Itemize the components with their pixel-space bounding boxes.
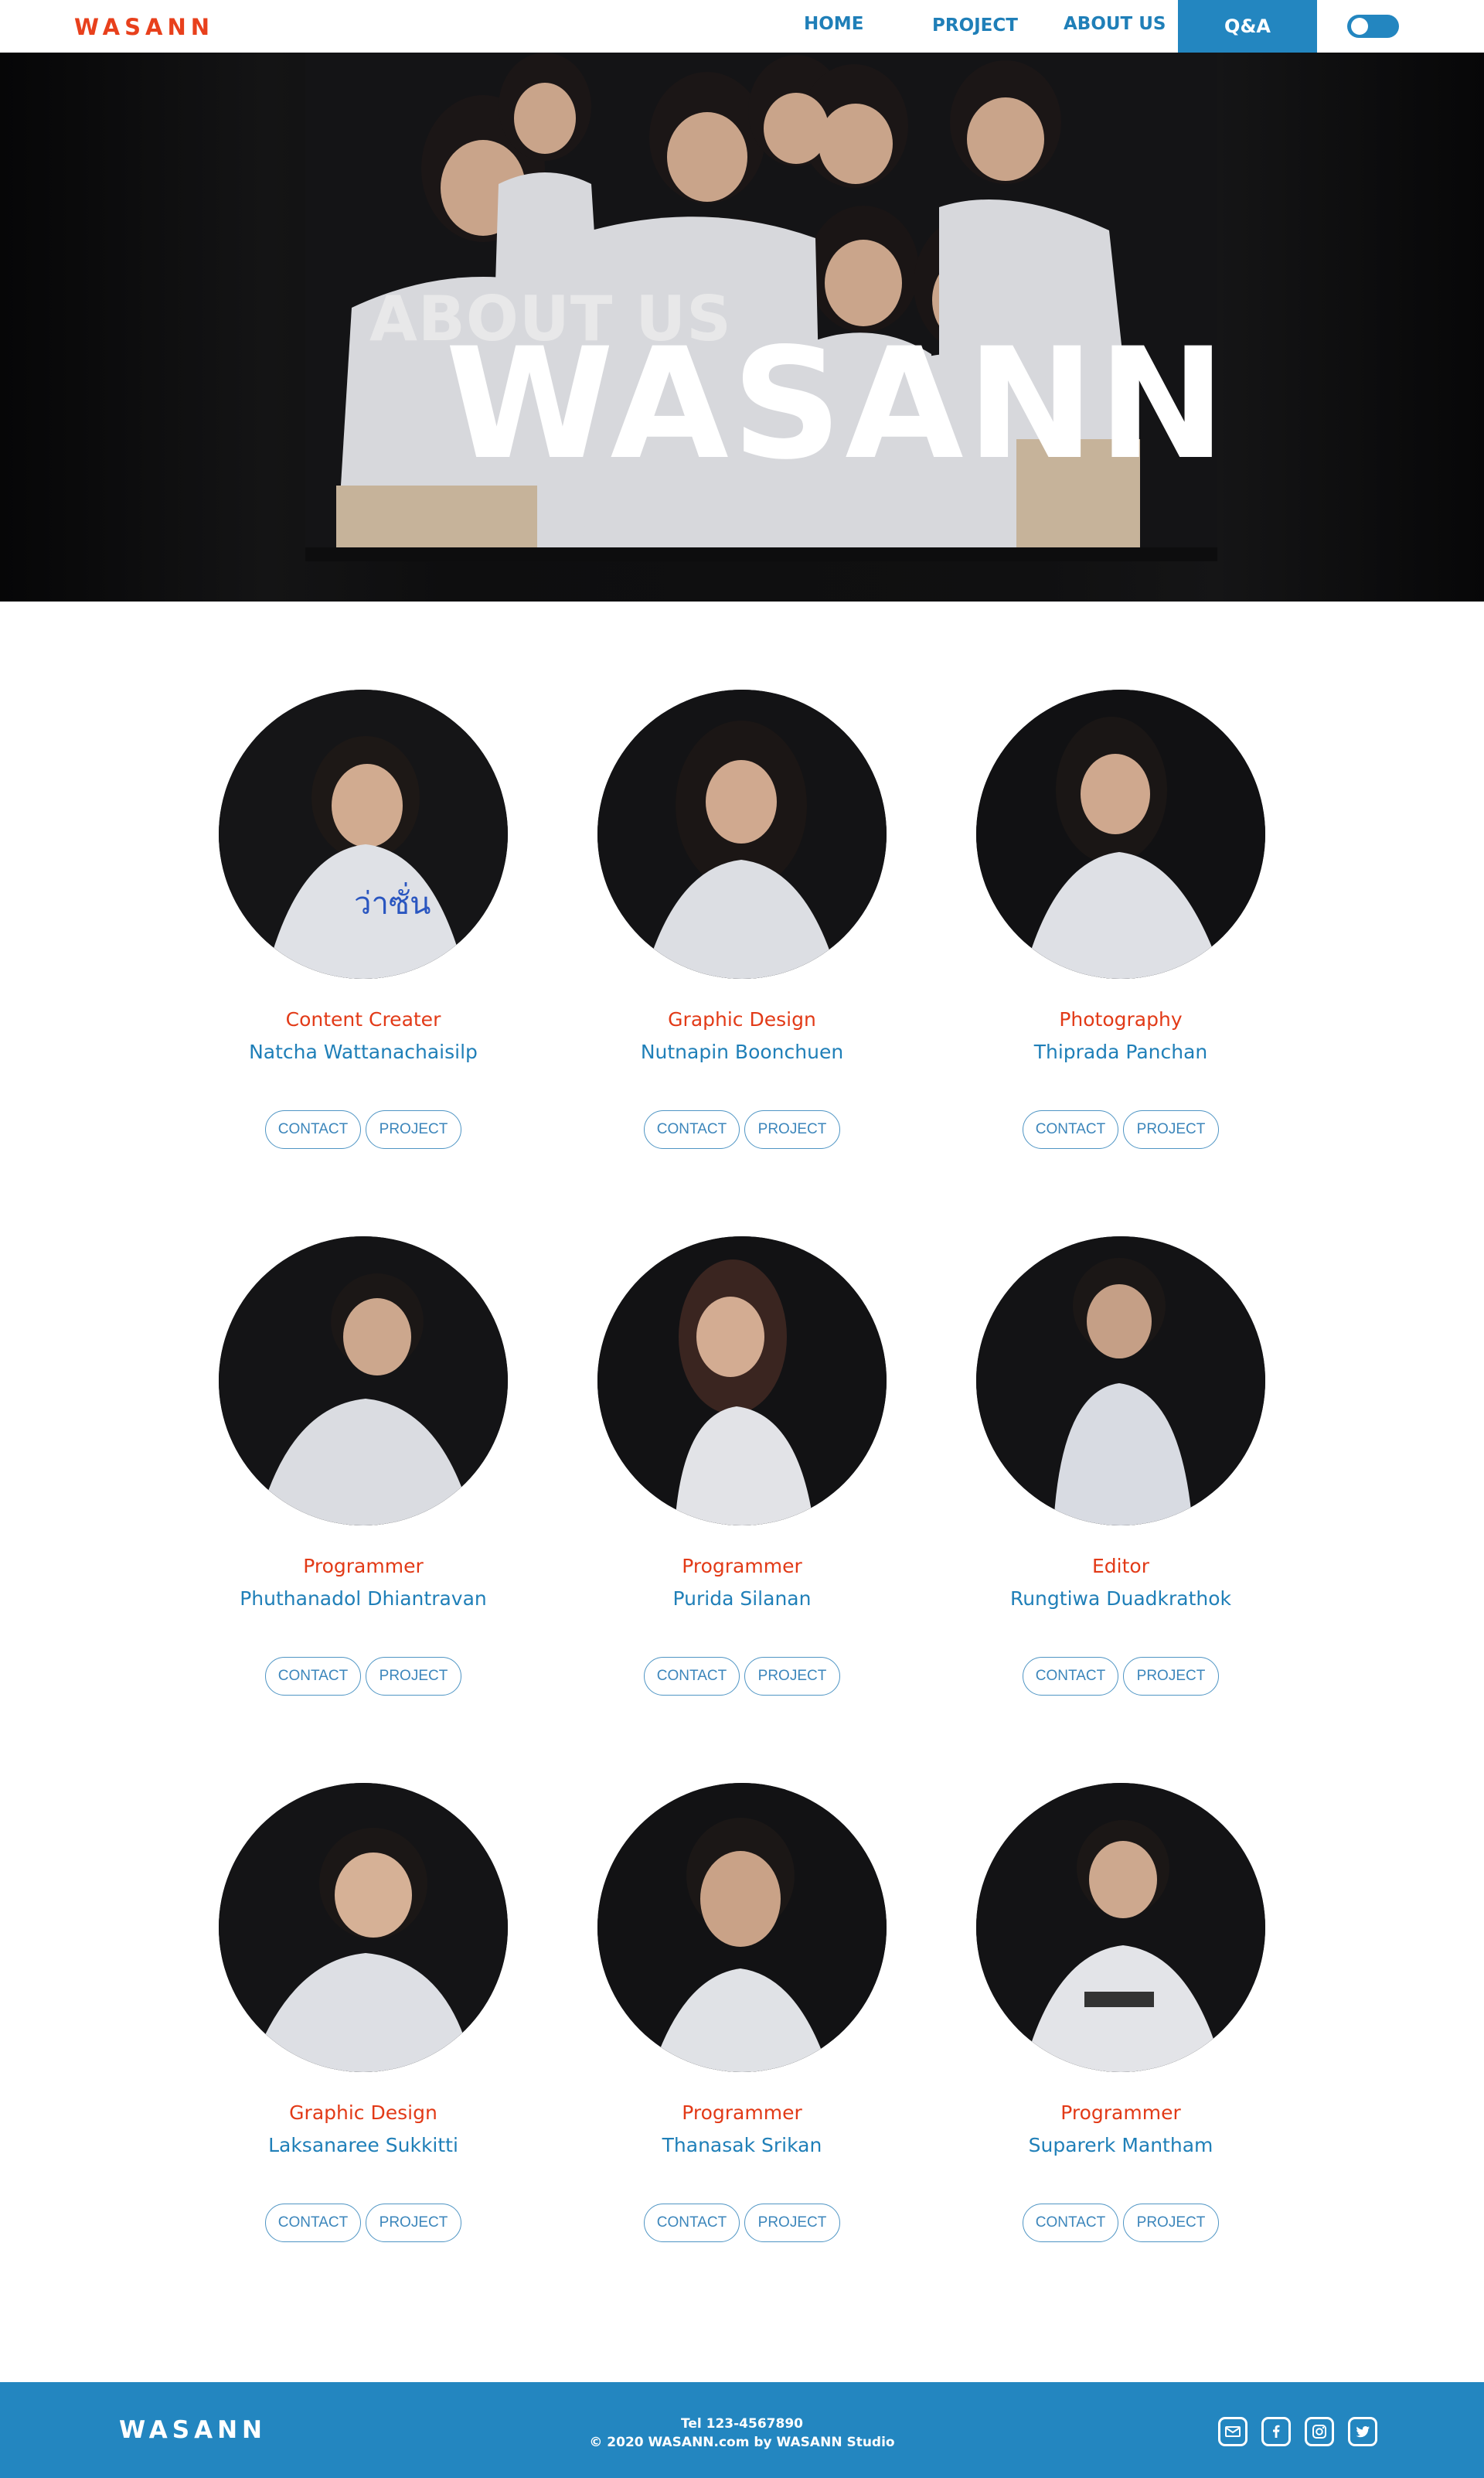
project-button[interactable]: PROJECT: [366, 1110, 461, 1149]
member-name: Phuthanadol Dhiantravan: [240, 1587, 487, 1610]
project-button[interactable]: PROJECT: [1123, 1657, 1219, 1696]
member-actions: CONTACT PROJECT: [587, 2204, 897, 2242]
project-button[interactable]: PROJECT: [1123, 2204, 1219, 2242]
member-photo: [976, 690, 1265, 979]
member-actions: CONTACT PROJECT: [966, 1657, 1275, 1696]
member-role: Graphic Design: [668, 1008, 816, 1031]
member-role: Programmer: [1060, 2101, 1181, 2124]
contact-button[interactable]: CONTACT: [644, 2204, 740, 2242]
team-card: Graphic Design Laksanaree Sukkitti CONTA…: [209, 1783, 518, 2262]
member-name: Natcha Wattanachaisilp: [249, 1041, 478, 1063]
member-actions: CONTACT PROJECT: [966, 2204, 1275, 2242]
project-button[interactable]: PROJECT: [366, 2204, 461, 2242]
project-button[interactable]: PROJECT: [744, 2204, 840, 2242]
team-card: Programmer Suparerk Mantham CONTACT PROJ…: [966, 1783, 1275, 2262]
team-card: Programmer Purida Silanan CONTACT PROJEC…: [587, 1236, 897, 1716]
member-name: Suparerk Mantham: [1028, 2134, 1213, 2156]
top-navbar: WASANN HOME PROJECT ABOUT US Q&A: [0, 0, 1484, 53]
footer-info: Tel 123-4567890 © 2020 WASANN.com by WAS…: [587, 2415, 897, 2452]
member-actions: CONTACT PROJECT: [209, 1657, 518, 1696]
facebook-icon[interactable]: [1261, 2417, 1291, 2446]
member-role: Programmer: [303, 1555, 424, 1577]
member-role: Photography: [1059, 1008, 1183, 1031]
project-button[interactable]: PROJECT: [744, 1657, 840, 1696]
project-button[interactable]: PROJECT: [744, 1110, 840, 1149]
member-actions: CONTACT PROJECT: [966, 1110, 1275, 1149]
team-card: Graphic Design Nutnapin Boonchuen CONTAC…: [587, 690, 897, 1169]
nav-home-link[interactable]: HOME: [804, 14, 863, 34]
contact-button[interactable]: CONTACT: [265, 2204, 361, 2242]
member-actions: CONTACT PROJECT: [209, 2204, 518, 2242]
member-role: Content Creater: [285, 1008, 441, 1031]
team-card: Editor Rungtiwa Duadkrathok CONTACT PROJ…: [966, 1236, 1275, 1716]
contact-button[interactable]: CONTACT: [644, 1110, 740, 1149]
twitter-icon[interactable]: [1348, 2417, 1377, 2446]
member-actions: CONTACT PROJECT: [587, 1110, 897, 1149]
contact-button[interactable]: CONTACT: [265, 1657, 361, 1696]
footer-brand: WASANN: [119, 2416, 267, 2444]
member-photo: [597, 690, 887, 979]
team-card: Photography Thiprada Panchan CONTACT PRO…: [966, 690, 1275, 1169]
nav-about-link[interactable]: ABOUT US: [1064, 14, 1166, 34]
footer-copyright: © 2020 WASANN.com by WASANN Studio: [589, 2435, 895, 2450]
member-name: Laksanaree Sukkitti: [268, 2134, 458, 2156]
theme-toggle[interactable]: [1347, 15, 1399, 38]
mail-icon[interactable]: [1218, 2417, 1247, 2446]
nav-qa-link[interactable]: Q&A: [1178, 0, 1317, 53]
contact-button[interactable]: CONTACT: [1023, 2204, 1118, 2242]
member-name: Thiprada Panchan: [1033, 1041, 1208, 1063]
member-role: Editor: [1092, 1555, 1149, 1577]
brand-logo[interactable]: WASANN: [74, 14, 214, 40]
member-name: Nutnapin Boonchuen: [640, 1041, 844, 1063]
member-name: Rungtiwa Duadkrathok: [1009, 1587, 1232, 1610]
footer-tel: Tel 123-4567890: [681, 2416, 803, 2432]
member-name: Thanasak Srikan: [662, 2134, 822, 2156]
hero-title: WASANN: [445, 315, 1229, 493]
contact-button[interactable]: CONTACT: [644, 1657, 740, 1696]
member-photo: ว่าซั่น: [219, 690, 508, 979]
nav-project-link[interactable]: PROJECT: [932, 15, 1018, 36]
member-actions: CONTACT PROJECT: [587, 1657, 897, 1696]
project-button[interactable]: PROJECT: [366, 1657, 461, 1696]
member-photo: [976, 1783, 1265, 2072]
instagram-icon[interactable]: [1305, 2417, 1334, 2446]
team-card: Programmer Thanasak Srikan CONTACT PROJE…: [587, 1783, 897, 2262]
team-card: ว่าซั่น Content Creater Natcha Wattanach…: [209, 690, 518, 1169]
hero-banner: ABOUT US WASANN: [0, 53, 1484, 602]
member-photo: [976, 1236, 1265, 1525]
member-photo: [597, 1783, 887, 2072]
contact-button[interactable]: CONTACT: [1023, 1110, 1118, 1149]
toggle-knob: [1351, 18, 1368, 35]
member-role: Graphic Design: [289, 2101, 437, 2124]
member-photo: [597, 1236, 887, 1525]
team-card: Programmer Phuthanadol Dhiantravan CONTA…: [209, 1236, 518, 1716]
contact-button[interactable]: CONTACT: [1023, 1657, 1118, 1696]
member-photo: [219, 1236, 508, 1525]
site-footer: WASANN Tel 123-4567890 © 2020 WASANN.com…: [0, 2382, 1484, 2478]
member-photo: [219, 1783, 508, 2072]
member-actions: CONTACT PROJECT: [209, 1110, 518, 1149]
member-role: Programmer: [682, 2101, 802, 2124]
contact-button[interactable]: CONTACT: [265, 1110, 361, 1149]
member-name: Purida Silanan: [672, 1587, 812, 1610]
member-role: Programmer: [682, 1555, 802, 1577]
project-button[interactable]: PROJECT: [1123, 1110, 1219, 1149]
svg-text:ว่าซั่น: ว่าซั่น: [354, 882, 431, 922]
